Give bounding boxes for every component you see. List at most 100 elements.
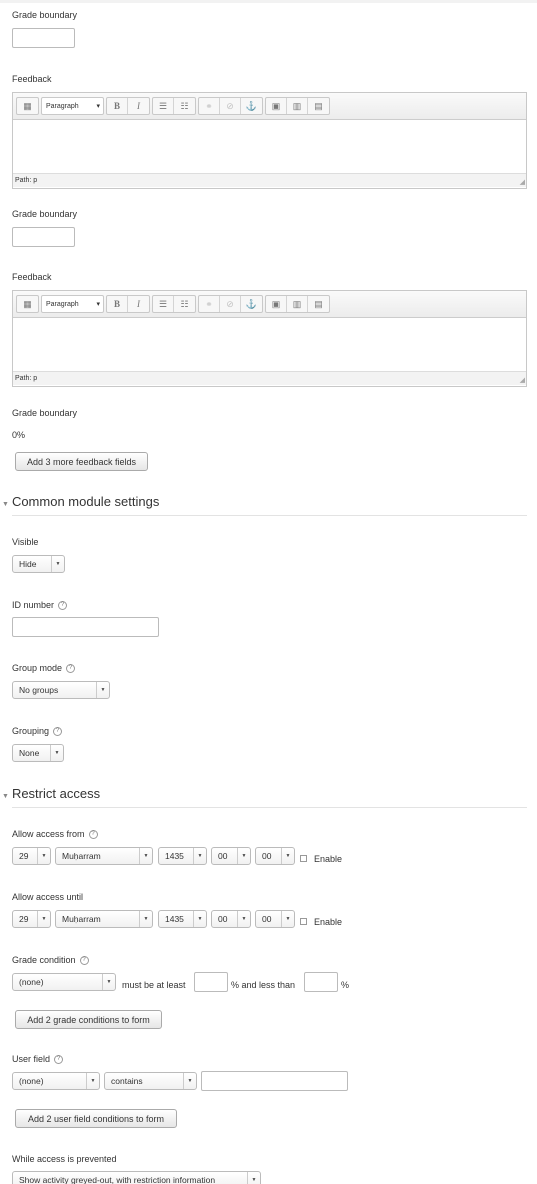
min-grade-input[interactable] <box>194 972 228 992</box>
editor-content-area[interactable] <box>13 120 526 173</box>
help-icon[interactable]: ? <box>79 956 89 966</box>
toolbar-toggle-icon[interactable]: ▦ <box>17 296 38 312</box>
dropdown-arrow-icon: ▼ <box>183 1073 196 1089</box>
until-day-select[interactable]: 29 ▼ <box>12 910 51 928</box>
from-minute-select[interactable]: 00 ▼ <box>255 847 295 865</box>
help-icon[interactable]: ? <box>54 1055 64 1065</box>
until-minute-select[interactable]: 00 ▼ <box>255 910 295 928</box>
restrict-access-header[interactable]: ▼ Restrict access <box>2 786 100 801</box>
paste-icon[interactable]: ▤ <box>308 98 329 114</box>
from-year-select[interactable]: 1435 ▼ <box>158 847 207 865</box>
dropdown-arrow-icon: ▼ <box>37 911 50 927</box>
dropdown-arrow-icon: ▼ <box>247 1172 260 1184</box>
section-title: Common module settings <box>11 494 160 509</box>
editor-content-area[interactable] <box>13 318 526 371</box>
grade-condition-label: Grade condition? <box>12 955 89 966</box>
image-icon[interactable]: ▣ <box>266 296 287 312</box>
unlink-icon[interactable]: ⊘ <box>220 98 241 114</box>
must-be-label: must be at least <box>122 980 186 990</box>
percent-label: % <box>341 980 350 990</box>
from-enable-checkbox[interactable] <box>300 855 307 862</box>
dropdown-arrow-icon: ▼ <box>86 1073 99 1089</box>
add-user-field-conditions-button[interactable]: Add 2 user field conditions to form <box>15 1109 177 1128</box>
divider <box>12 515 527 516</box>
editor-path-bar: Path: p ◢ <box>13 371 526 385</box>
less-than-label: % and less than <box>231 980 296 990</box>
group-mode-select[interactable]: No groups ▼ <box>12 681 110 699</box>
until-hour-select[interactable]: 00 ▼ <box>211 910 251 928</box>
grade-boundary-value: 0% <box>12 430 26 440</box>
dropdown-arrow-icon: ▼ <box>139 848 152 864</box>
bullet-list-icon[interactable]: ☰ <box>153 296 174 312</box>
max-grade-input[interactable] <box>304 972 338 992</box>
numbered-list-icon[interactable]: ☷ <box>174 98 195 114</box>
feedback-label: Feedback <box>12 272 52 282</box>
editor-toolbar: ▦ Paragraph ▾ BI ☰ ☷ ⚭ ⊘ ⚓ ▣ ▥ ▤ <box>13 93 526 120</box>
dropdown-arrow-icon: ▼ <box>50 745 63 761</box>
grade-boundary-label: Grade boundary <box>12 209 78 219</box>
while-prevented-label: While access is prevented <box>12 1154 117 1164</box>
dropdown-arrow-icon: ▼ <box>139 911 152 927</box>
id-number-input[interactable] <box>12 617 159 637</box>
user-field-select[interactable]: (none) ▼ <box>12 1072 100 1090</box>
feedback-editor[interactable]: ▦ Paragraph ▾ BI ☰ ☷ ⚭ ⊘ ⚓ ▣ ▥ ▤ Path: p ◢ <box>12 92 527 189</box>
toolbar-toggle-icon[interactable]: ▦ <box>17 98 38 114</box>
grade-boundary-label: Grade boundary <box>12 10 78 20</box>
dropdown-arrow-icon: ▼ <box>237 911 250 927</box>
help-icon[interactable]: ? <box>58 601 68 611</box>
add-feedback-fields-button[interactable]: Add 3 more feedback fields <box>15 452 148 471</box>
add-grade-conditions-button[interactable]: Add 2 grade conditions to form <box>15 1010 162 1029</box>
help-icon[interactable]: ? <box>88 830 98 840</box>
until-month-select[interactable]: Muḥarram ▼ <box>55 910 153 928</box>
grade-condition-select[interactable]: (none) ▼ <box>12 973 116 991</box>
until-enable-checkbox[interactable] <box>300 918 307 925</box>
visible-select[interactable]: Hide ▼ <box>12 555 65 573</box>
dropdown-arrow-icon: ▼ <box>193 848 206 864</box>
chevron-down-icon: ▾ <box>96 103 100 110</box>
grouping-select[interactable]: None ▼ <box>12 744 64 762</box>
unlink-icon[interactable]: ⊘ <box>220 296 241 312</box>
numbered-list-icon[interactable]: ☷ <box>174 296 195 312</box>
from-hour-select[interactable]: 00 ▼ <box>211 847 251 865</box>
bullet-list-icon[interactable]: ☰ <box>153 98 174 114</box>
allow-until-label: Allow access until <box>12 892 84 902</box>
divider <box>12 807 527 808</box>
paragraph-format-select[interactable]: Paragraph ▾ <box>41 97 104 115</box>
from-month-select[interactable]: Muḥarram ▼ <box>55 847 153 865</box>
dropdown-arrow-icon: ▼ <box>96 682 109 698</box>
paragraph-format-select[interactable]: Paragraph ▾ <box>41 295 104 313</box>
common-module-header[interactable]: ▼ Common module settings <box>2 494 159 509</box>
resize-grip-icon[interactable]: ◢ <box>520 376 525 384</box>
user-field-operator-select[interactable]: contains ▼ <box>104 1072 197 1090</box>
resize-grip-icon[interactable]: ◢ <box>520 178 525 186</box>
help-icon[interactable]: ? <box>53 727 63 737</box>
anchor-icon[interactable]: ⚓ <box>241 296 262 312</box>
anchor-icon[interactable]: ⚓ <box>241 98 262 114</box>
chevron-down-icon: ▾ <box>96 301 100 308</box>
while-prevented-select[interactable]: Show activity greyed-out, with restricti… <box>12 1171 261 1184</box>
link-icon[interactable]: ⚭ <box>199 296 220 312</box>
image-icon[interactable]: ▣ <box>266 98 287 114</box>
media-icon[interactable]: ▥ <box>287 296 308 312</box>
until-year-select[interactable]: 1435 ▼ <box>158 910 207 928</box>
bold-icon[interactable]: B <box>107 98 128 114</box>
section-title: Restrict access <box>11 786 101 801</box>
paste-icon[interactable]: ▤ <box>308 296 329 312</box>
from-day-select[interactable]: 29 ▼ <box>12 847 51 865</box>
feedback-editor[interactable]: ▦ Paragraph ▾ BI ☰ ☷ ⚭ ⊘ ⚓ ▣ ▥ ▤ Path: p ◢ <box>12 290 527 387</box>
link-icon[interactable]: ⚭ <box>199 98 220 114</box>
user-field-label: User field? <box>12 1054 64 1065</box>
dropdown-arrow-icon: ▼ <box>281 848 294 864</box>
grouping-label: Grouping? <box>12 726 63 737</box>
help-icon[interactable]: ? <box>66 664 76 674</box>
italic-icon[interactable]: I <box>128 98 149 114</box>
bold-icon[interactable]: B <box>107 296 128 312</box>
media-icon[interactable]: ▥ <box>287 98 308 114</box>
id-number-label: ID number? <box>12 600 68 611</box>
dropdown-arrow-icon: ▼ <box>193 911 206 927</box>
until-enable-label: Enable <box>314 917 343 927</box>
italic-icon[interactable]: I <box>128 296 149 312</box>
grade-boundary-input[interactable] <box>12 28 75 48</box>
grade-boundary-input[interactable] <box>12 227 75 247</box>
user-field-value-input[interactable] <box>201 1071 348 1091</box>
